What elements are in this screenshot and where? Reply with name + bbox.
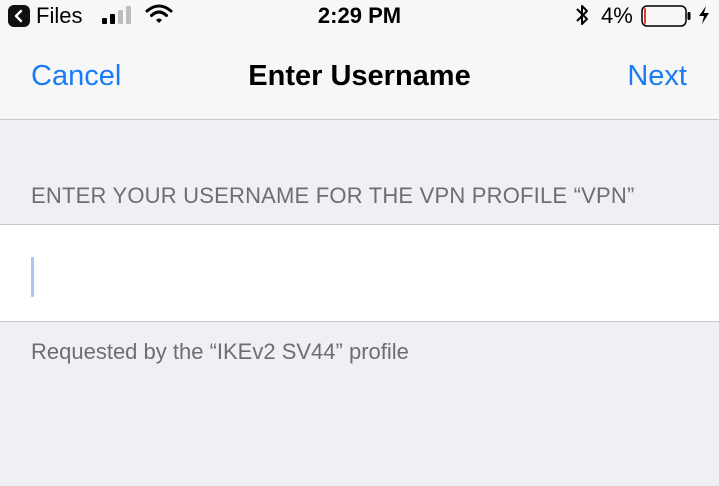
vpn-username-screen: Files 2:29 PM 4% Cancel Enter Username N… (0, 0, 719, 486)
text-cursor (31, 257, 34, 297)
bluetooth-icon (576, 5, 588, 25)
section-header: ENTER YOUR USERNAME FOR THE VPN PROFILE … (31, 183, 635, 208)
battery-percentage: 4% (601, 3, 633, 28)
username-input[interactable] (31, 251, 691, 295)
username-cell[interactable] (0, 224, 719, 322)
status-bar: Files 2:29 PM 4% (0, 0, 719, 32)
next-button[interactable]: Next (627, 58, 687, 94)
cancel-button[interactable]: Cancel (31, 58, 121, 94)
charging-bolt-icon (699, 6, 709, 24)
requested-by-note: Requested by the “IKEv2 SV44” profile (31, 339, 409, 364)
navigation-bar: Cancel Enter Username Next (0, 50, 719, 102)
battery-icon (641, 5, 691, 27)
top-bar: Files 2:29 PM 4% Cancel Enter Username N… (0, 0, 719, 120)
